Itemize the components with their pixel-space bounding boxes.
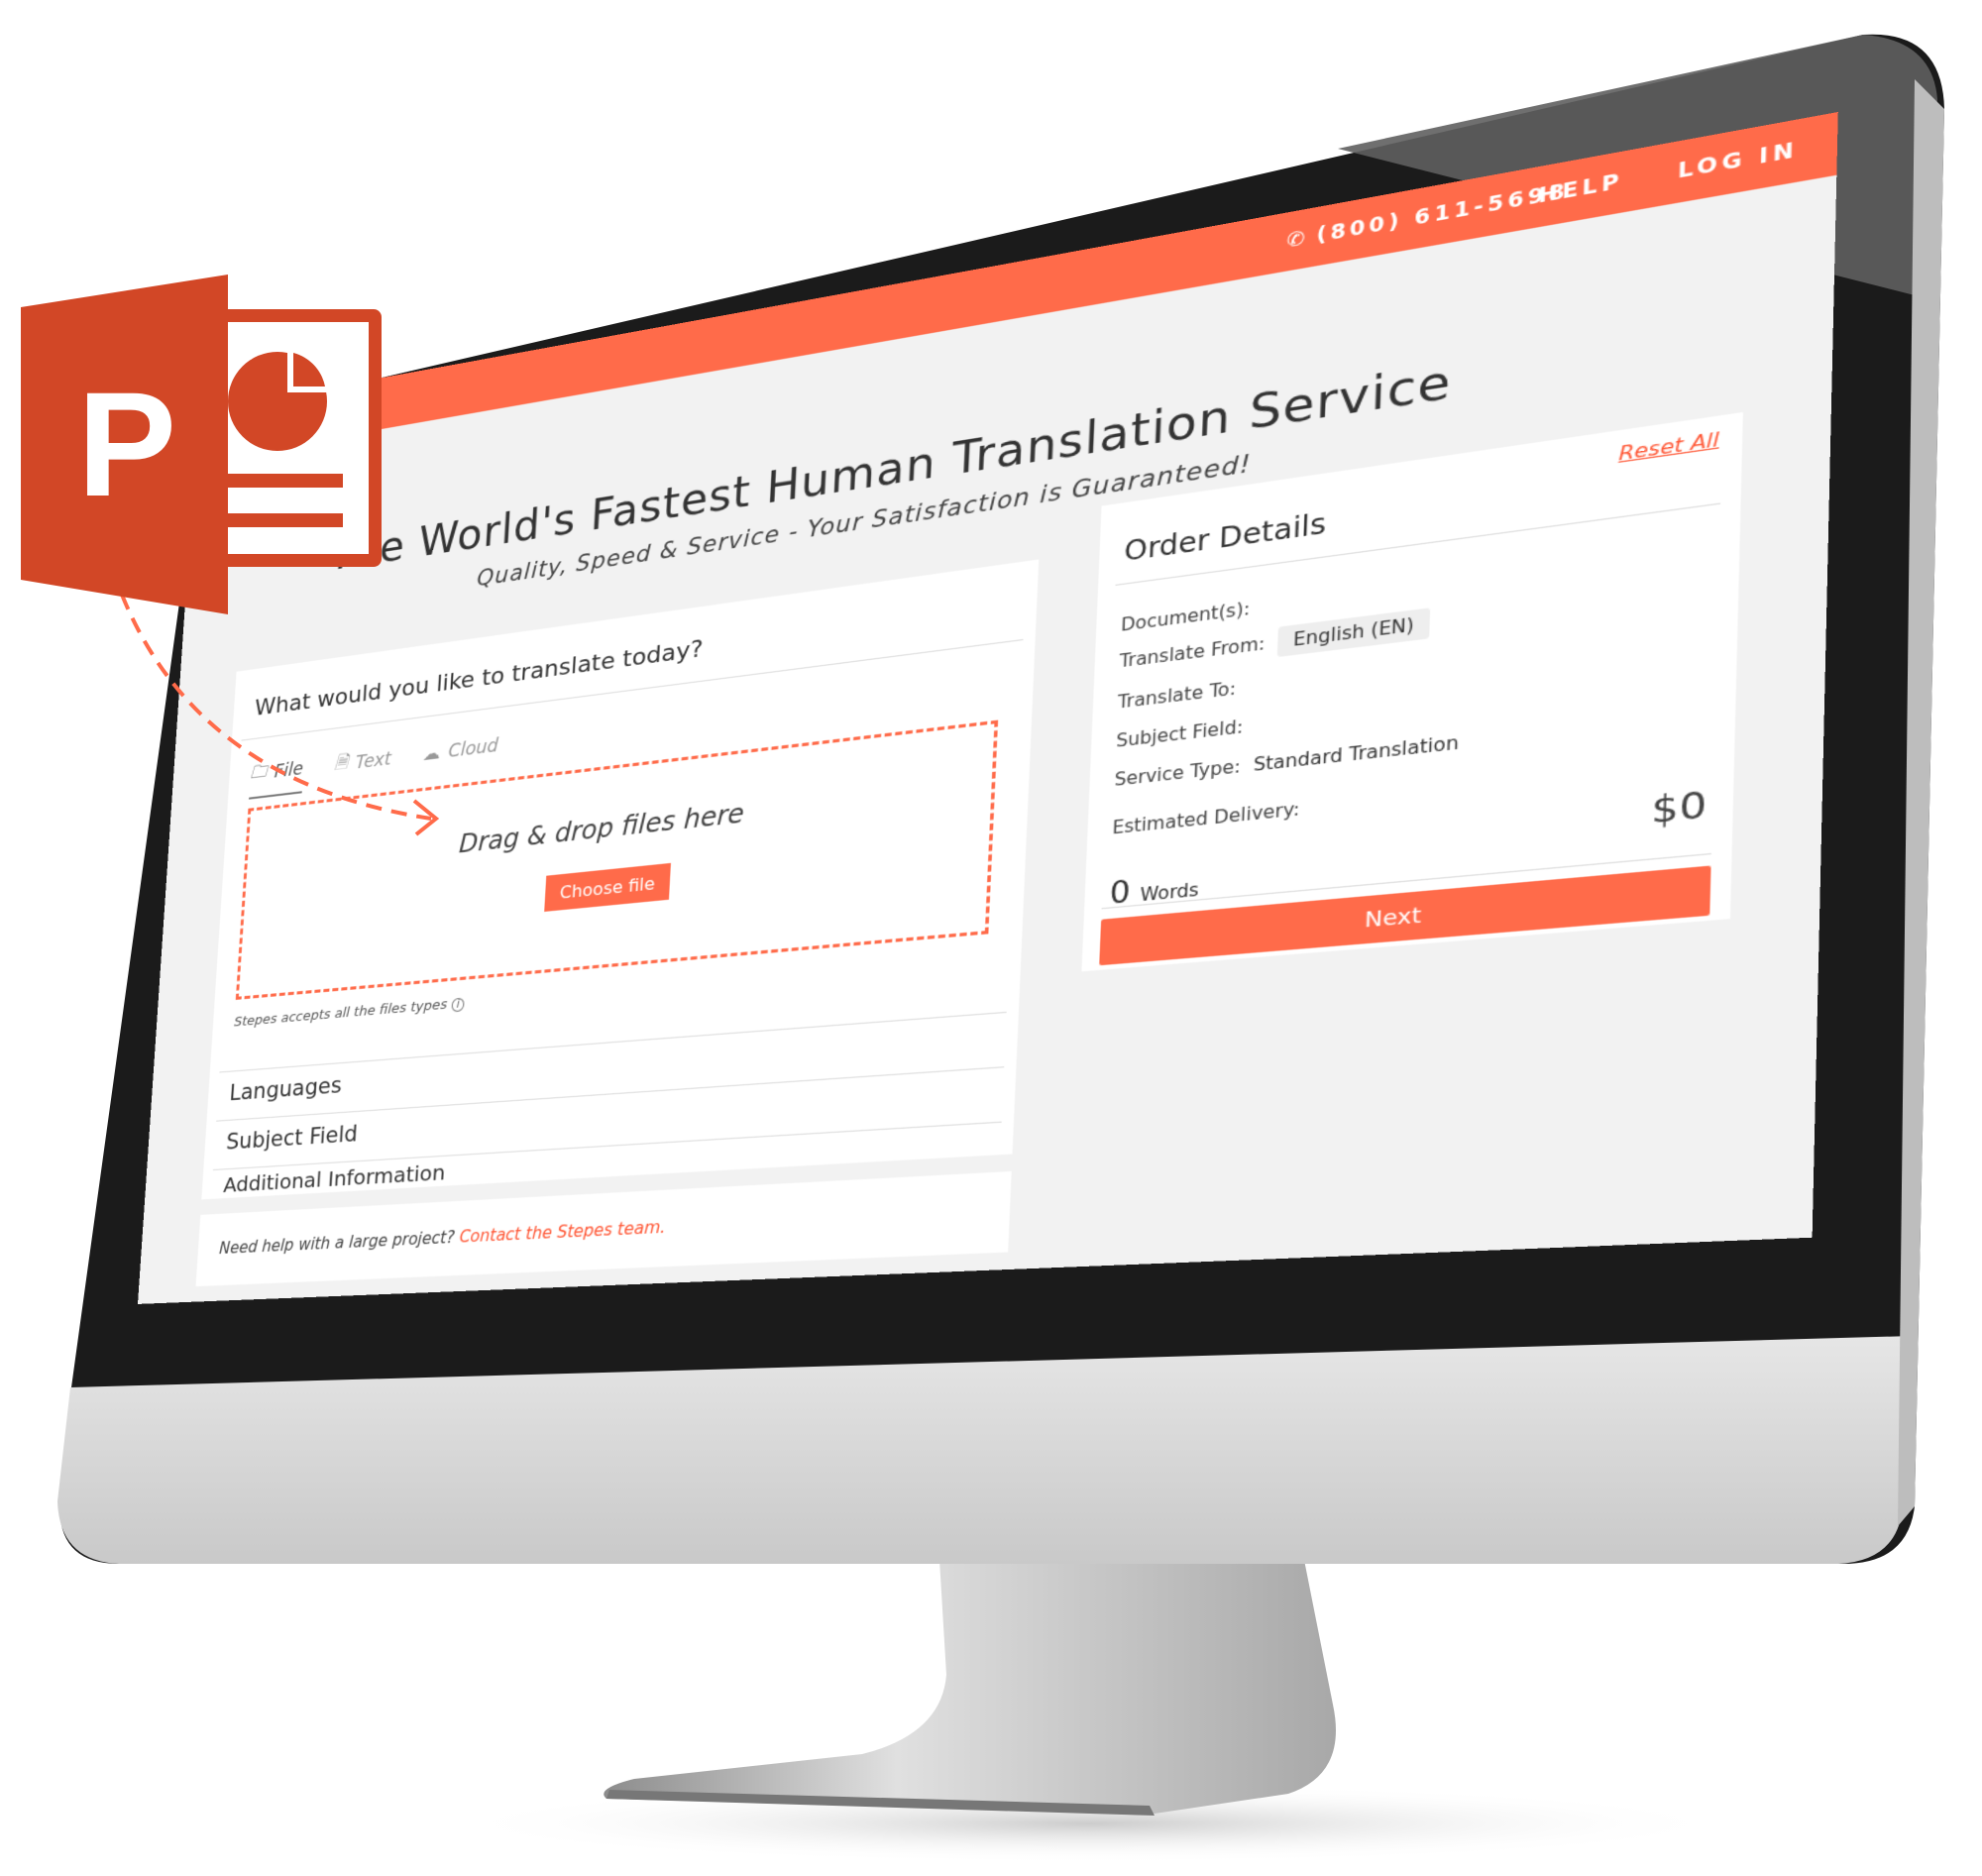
svg-text:P: P (77, 361, 176, 527)
powerpoint-logo: P (21, 275, 382, 614)
overlay: P (21, 275, 440, 836)
drag-arrow (120, 594, 432, 821)
